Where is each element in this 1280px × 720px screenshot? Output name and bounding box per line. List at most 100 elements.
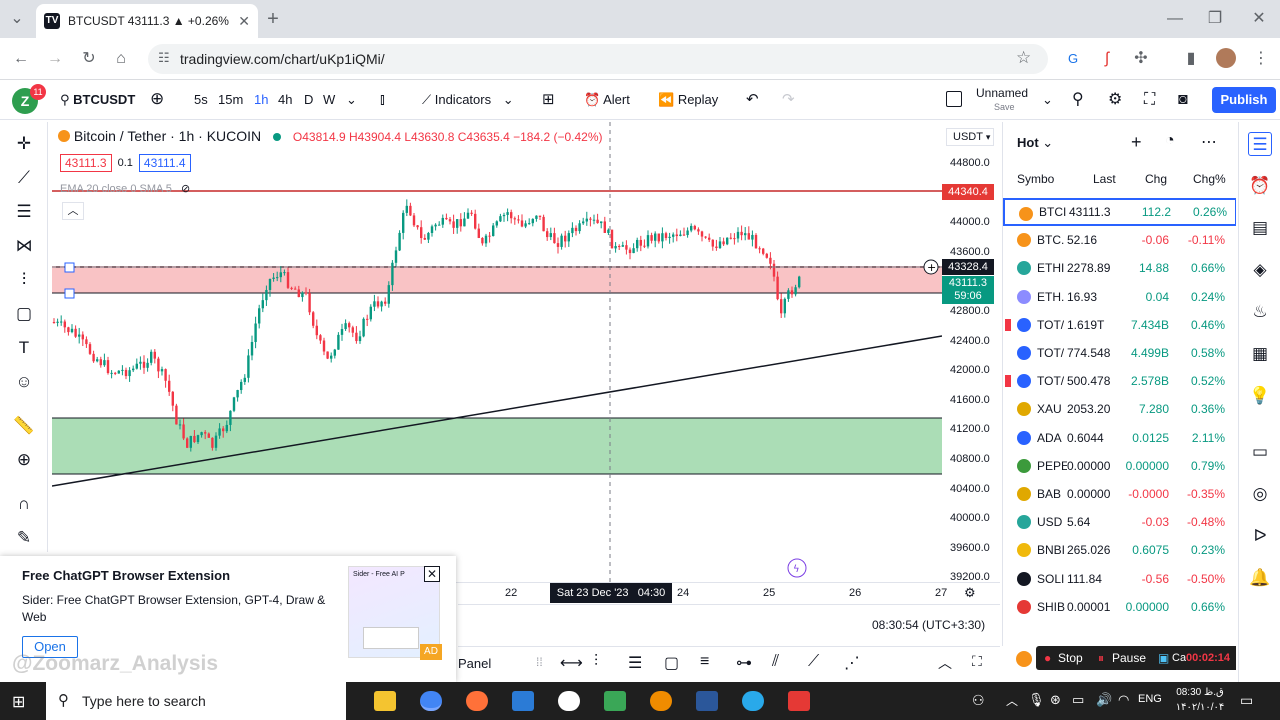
- sell-price-button[interactable]: 43111.3: [60, 154, 112, 172]
- extensions-puzzle-icon[interactable]: ✣: [1130, 49, 1152, 69]
- watchlist-row[interactable]: XAU 2053.20 7.280 0.36%: [1003, 395, 1236, 423]
- streams-icon[interactable]: ◎: [1248, 482, 1272, 506]
- ema-indicator-legend[interactable]: EMA 20 close 0 SMA 5 ⊘: [60, 182, 190, 195]
- data-window-icon[interactable]: ▤: [1248, 216, 1272, 240]
- interval-15m[interactable]: 15m: [218, 90, 243, 110]
- collapse-up-icon[interactable]: ︿: [938, 653, 952, 673]
- watchlist-row[interactable]: USD 5.64 -0.03 -0.48%: [1003, 508, 1236, 536]
- watchlist-row[interactable]: BTC. 52.16 -0.06 -0.11%: [1003, 226, 1236, 254]
- zone-handle-top[interactable]: [64, 262, 75, 273]
- watchlist-icon[interactable]: ☰: [1248, 132, 1272, 156]
- interval-4h[interactable]: 4h: [278, 90, 292, 110]
- magnet-icon[interactable]: ∩: [12, 492, 36, 516]
- chart-legend[interactable]: Bitcoin / Tether · 1h · KUCOIN O43814.9 …: [58, 128, 603, 144]
- taskbar-clock[interactable]: 08:30 ق.ظ ۱۴۰۲/۱۰/۰۴: [1174, 685, 1226, 715]
- notifications-bell-icon[interactable]: 🔔: [1248, 566, 1272, 590]
- new-tab-button[interactable]: +: [262, 9, 284, 29]
- fib-fan-icon[interactable]: ⋰: [844, 653, 860, 673]
- rectangle-icon[interactable]: ▢: [664, 653, 679, 673]
- recorder-app-icon[interactable]: [788, 691, 810, 711]
- display-icon[interactable]: ▭: [1072, 692, 1084, 708]
- volume-icon[interactable]: 🔊: [1096, 692, 1112, 708]
- panel-label[interactable]: Panel: [458, 656, 491, 671]
- publish-button[interactable]: Publish: [1212, 87, 1276, 113]
- watchlist-title-button[interactable]: Hot ⌄: [1017, 135, 1053, 151]
- maximize-panel-icon[interactable]: ⛶: [972, 653, 982, 670]
- horizontal-ray-icon[interactable]: ⟷: [560, 653, 583, 673]
- col-last[interactable]: Last: [1093, 172, 1116, 186]
- parallel-channel-icon[interactable]: ⫶: [594, 653, 598, 671]
- fib-retracement-icon[interactable]: ☰: [628, 653, 642, 673]
- bookmark-star-icon[interactable]: ☆: [1016, 48, 1031, 68]
- add-symbol-icon[interactable]: +: [1131, 132, 1142, 153]
- watchlist-row[interactable]: ADA 0.6044 0.0125 2.11%: [1003, 424, 1236, 452]
- interval-dropdown-icon[interactable]: ⌄: [346, 90, 357, 110]
- taskbar-search-box[interactable]: ⚲ Type here to search: [46, 682, 346, 720]
- editor-icon[interactable]: [650, 691, 672, 711]
- collapse-legend-icon[interactable]: ︿: [62, 202, 84, 220]
- watchlist-row[interactable]: TOT/1.619T 7.434B 0.46%: [1003, 311, 1236, 339]
- chart-pane[interactable]: + ϟ Bitcoin / Tether · 1h · KUCOIN O4381…: [52, 122, 942, 582]
- url-field[interactable]: ☷ tradingview.com/chart/uKp1iQMi/ ☆: [148, 44, 1048, 74]
- snapshot-camera-icon[interactable]: ◙: [1178, 90, 1188, 110]
- alert-button[interactable]: ⏰ Alert: [584, 90, 630, 110]
- symbol-search-button[interactable]: ⚲ BTCUSDT: [60, 90, 135, 110]
- zone-handle-bottom[interactable]: [64, 288, 75, 299]
- close-tab-icon[interactable]: ✕: [238, 13, 250, 30]
- timezone-clock[interactable]: 08:30:54 (UTC+3:30): [872, 618, 985, 632]
- watchlist-row[interactable]: SOLI 111.84 -0.56 -0.50%: [1003, 565, 1236, 593]
- ruler-icon[interactable]: 📏: [12, 414, 36, 438]
- market-status-dot[interactable]: [273, 133, 282, 141]
- promo-close-icon[interactable]: ✕: [424, 566, 440, 582]
- chrome-icon[interactable]: [420, 691, 442, 711]
- shapes-icon[interactable]: ▢: [12, 302, 36, 326]
- file-explorer-icon[interactable]: [374, 691, 396, 711]
- currency-selector[interactable]: USDT ▾: [946, 128, 994, 146]
- profile-avatar[interactable]: [1216, 48, 1236, 68]
- calendar-icon[interactable]: ▦: [1248, 342, 1272, 366]
- more-options-icon[interactable]: ⋯: [1201, 132, 1217, 152]
- fullscreen-icon[interactable]: ⛶: [1144, 90, 1155, 110]
- firefox-icon[interactable]: [466, 691, 488, 711]
- crosshair-icon[interactable]: ✛: [12, 132, 36, 156]
- browser-menu-icon[interactable]: ⋮: [1250, 49, 1272, 69]
- windows-start-icon[interactable]: ⊞: [12, 692, 25, 712]
- people-icon[interactable]: ⚇: [972, 692, 985, 709]
- interval-1h[interactable]: 1h: [254, 90, 268, 110]
- interval-5s[interactable]: 5s: [194, 90, 208, 110]
- interval-w[interactable]: W: [323, 90, 335, 110]
- replay-button[interactable]: ⏪ Replay: [658, 90, 718, 110]
- layout-dropdown-icon[interactable]: ⌄: [1042, 90, 1053, 110]
- app-icon[interactable]: [558, 691, 580, 711]
- browser-tab[interactable]: TV BTCUSDT 43111.3 ▲ +0.26% U... ✕: [36, 4, 258, 38]
- watchlist-row[interactable]: TOT/500.478 2.578B 0.52%: [1003, 367, 1236, 395]
- minimize-icon[interactable]: —: [1164, 9, 1186, 29]
- notification-center-icon[interactable]: ▭: [1240, 692, 1253, 709]
- candle-type-icon[interactable]: ⫾: [380, 90, 385, 110]
- close-window-icon[interactable]: ✕: [1248, 9, 1270, 29]
- emoji-icon[interactable]: ☺: [12, 370, 36, 394]
- templates-icon[interactable]: ⊞: [542, 90, 555, 110]
- watchlist-row[interactable]: BNBI 265.026 0.6075 0.23%: [1003, 536, 1236, 564]
- indicators-button[interactable]: ⟋ Indicators ⌄: [422, 90, 514, 110]
- price-axis[interactable]: USDT ▾ 44800.044400.044000.043600.042800…: [942, 122, 1000, 583]
- tray-app-icon[interactable]: ⊛: [1050, 692, 1061, 708]
- axis-settings-gear-icon[interactable]: ⚙: [964, 585, 976, 601]
- trend-line-icon[interactable]: ⟋: [12, 166, 36, 190]
- chat-icon[interactable]: ▭: [1248, 440, 1272, 464]
- forward-icon[interactable]: →: [44, 49, 66, 69]
- calculator-icon[interactable]: [512, 691, 534, 711]
- drag-handle-icon[interactable]: ⁞⁞: [536, 655, 543, 669]
- compare-symbol-icon[interactable]: ⊕: [150, 90, 164, 108]
- layers-icon[interactable]: ◈: [1248, 258, 1272, 282]
- extension-icon[interactable]: ʃ: [1096, 49, 1118, 69]
- hotlist-flame-icon[interactable]: ♨: [1248, 300, 1272, 324]
- side-panel-icon[interactable]: ▮: [1180, 49, 1202, 69]
- advanced-view-icon[interactable]: ◔: [1165, 132, 1175, 150]
- reload-icon[interactable]: ↻: [78, 49, 100, 69]
- watchlist-row[interactable]: ETHI 2278.89 14.88 0.66%: [1003, 254, 1236, 282]
- lines-icon[interactable]: ≡: [700, 653, 709, 671]
- settings-gear-icon[interactable]: ⚙: [1108, 90, 1122, 110]
- watchlist-row[interactable]: BTCI 43111.3 112.2 0.26%: [1003, 198, 1236, 226]
- lock-drawing-icon[interactable]: ✎: [12, 526, 36, 550]
